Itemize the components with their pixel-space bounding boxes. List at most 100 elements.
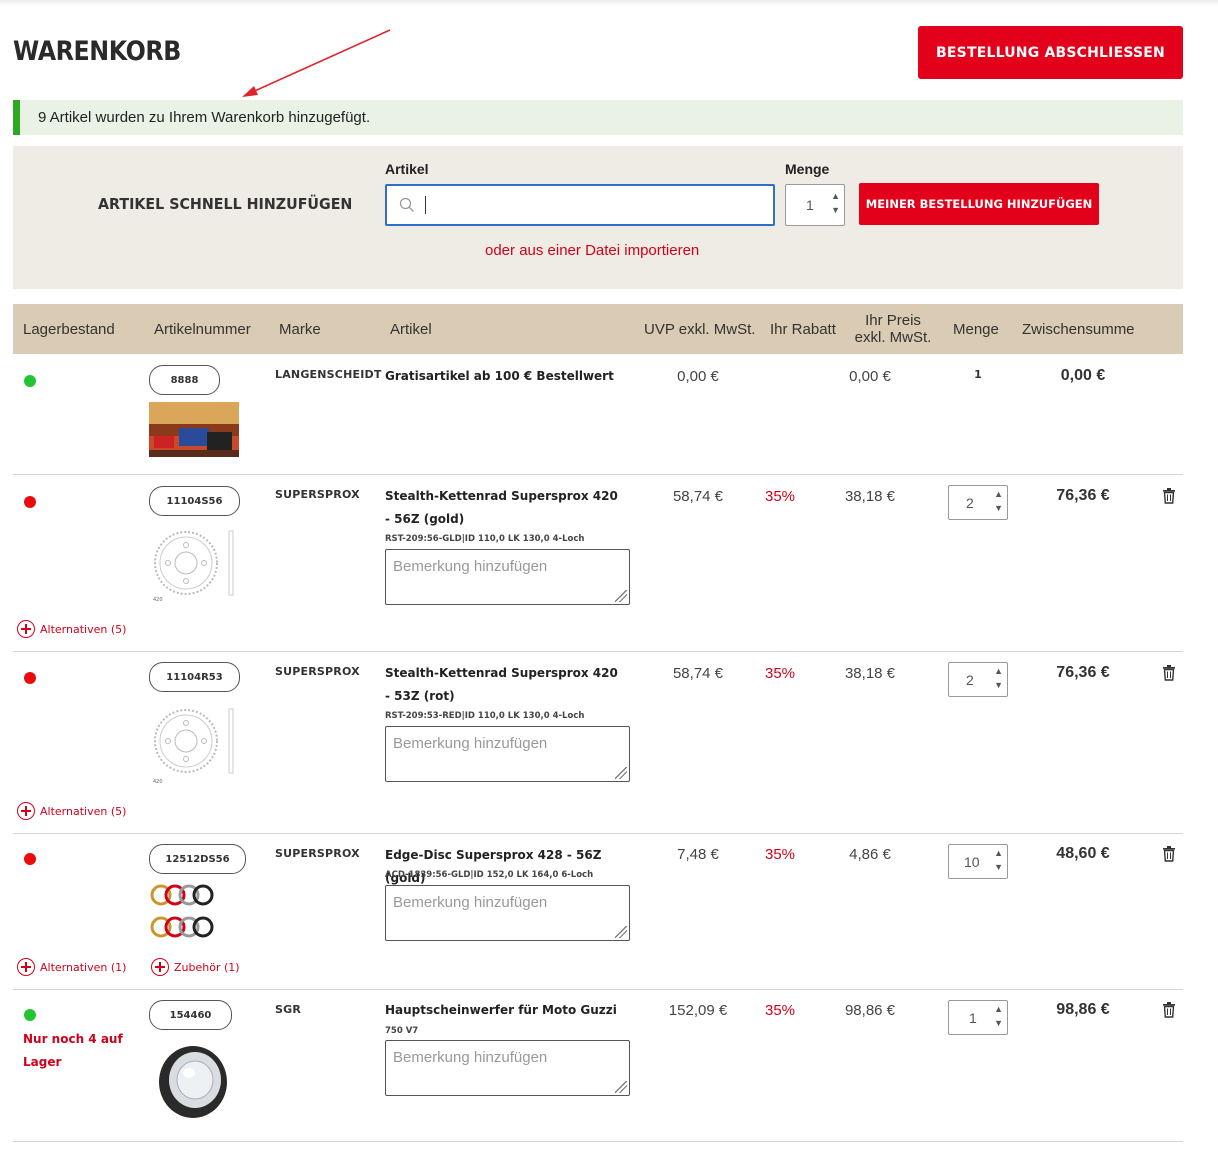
add-to-order-button[interactable]: MEINER BESTELLUNG HINZUFÜGEN <box>859 183 1099 225</box>
trash-icon[interactable] <box>1162 488 1176 504</box>
table-row: 8888 LANGENSCHEIDT Gratisartikel ab 100 … <box>13 355 1183 475</box>
table-row: 11104R53 420 SUPERSPROX Stealth-Kettenra… <box>13 652 1183 834</box>
qty-stepper[interactable]: 2 ▲ ▼ <box>948 662 1008 697</box>
sku-badge[interactable]: 154460 <box>149 1000 232 1030</box>
product-desc: RST-209:53-RED|ID 110,0 LK 130,0 4-Loch <box>385 711 585 721</box>
sku-badge[interactable]: 11104R53 <box>149 662 240 692</box>
qty-stepper[interactable]: 2 ▲ ▼ <box>948 485 1008 520</box>
spinner-arrows-icon[interactable]: ▲ ▼ <box>994 489 1003 513</box>
svg-text:420: 420 <box>153 779 163 785</box>
subtotal: 48,60 € <box>1056 845 1110 862</box>
product-image-headlight[interactable] <box>149 1037 239 1123</box>
table-row: Nur noch 4 auf Lager 154460 SGR Hauptsch… <box>13 990 1183 1142</box>
resize-grip-icon[interactable] <box>615 926 627 938</box>
stock-indicator-red <box>24 496 36 508</box>
spinner-arrows-icon[interactable]: ▲ ▼ <box>994 1004 1003 1028</box>
page-title: WARENKORB <box>13 36 181 67</box>
product-name[interactable]: Edge-Disc Supersprox 428 - 56Z (gold) <box>385 844 625 890</box>
trash-icon[interactable] <box>1162 1002 1176 1018</box>
th-menge: Menge <box>953 320 999 338</box>
low-stock-note: Nur noch 4 auf Lager <box>23 1032 123 1069</box>
trash-icon[interactable] <box>1162 846 1176 862</box>
your-price: 98,86 € <box>844 1002 896 1019</box>
checkout-button[interactable]: BESTELLUNG ABSCHLIESSEN <box>918 26 1183 79</box>
product-image-edge-discs[interactable] <box>149 881 239 947</box>
remark-field[interactable]: Bemerkung hinzufügen <box>385 726 630 782</box>
quick-add-title: ARTIKEL SCHNELL HINZUFÜGEN <box>98 195 353 213</box>
resize-grip-icon[interactable] <box>615 590 627 602</box>
discount: 35% <box>765 488 796 505</box>
notice-text: 9 Artikel wurden zu Ihrem Warenkorb hinz… <box>38 109 371 126</box>
trash-icon[interactable] <box>1162 665 1176 681</box>
qty-stepper[interactable]: 10 ▲ ▼ <box>948 844 1008 879</box>
qty-value: 1 <box>969 1009 977 1026</box>
alternatives-link[interactable]: Alternativen (5) <box>17 620 126 638</box>
product-name[interactable]: Gratisartikel ab 100 € Bestellwert <box>385 365 625 388</box>
accessories-link[interactable]: Zubehör (1) <box>151 958 240 976</box>
resize-grip-icon[interactable] <box>615 1081 627 1093</box>
spinner-arrows-icon[interactable]: ▲ ▼ <box>831 191 840 215</box>
product-image-promo[interactable] <box>149 402 239 457</box>
table-row: 12512DS56 SUPERSPROX Edge-Disc Superspro… <box>13 834 1183 990</box>
table-header: Lagerbestand Artikelnummer Marke Artikel… <box>13 304 1183 354</box>
th-lagerbestand: Lagerbestand <box>23 320 115 338</box>
search-icon <box>399 197 414 212</box>
product-image-sprocket[interactable]: 420 <box>149 699 239 787</box>
quick-qty-stepper[interactable]: 1 ▲ ▼ <box>785 184 845 226</box>
spinner-arrows-icon[interactable]: ▲ ▼ <box>994 848 1003 872</box>
stock-indicator-green <box>24 1009 36 1021</box>
uvp-price: 7,48 € <box>677 846 719 863</box>
your-price: 38,18 € <box>844 488 896 505</box>
alternatives-label: Alternativen (1) <box>40 960 127 974</box>
discount: 35% <box>765 846 796 863</box>
qty-value: 2 <box>966 494 974 511</box>
artikel-search-input[interactable] <box>385 184 775 226</box>
qty-stepper[interactable]: 1 ▲ ▼ <box>948 1000 1008 1035</box>
remark-placeholder: Bemerkung hinzufügen <box>393 1049 548 1066</box>
table-row: 11104S56 420 SUPERSPROX Stealth-Kettenra… <box>13 475 1183 652</box>
remark-placeholder: Bemerkung hinzufügen <box>393 894 548 911</box>
alternatives-link[interactable]: Alternativen (5) <box>17 802 126 820</box>
resize-grip-icon[interactable] <box>615 767 627 779</box>
sku-badge[interactable]: 8888 <box>149 365 220 395</box>
product-desc: ACD-1839:56-GLD|ID 152,0 LK 164,0 6-Loch <box>385 870 594 880</box>
stock-indicator-green <box>24 375 36 387</box>
product-name[interactable]: Stealth-Kettenrad Supersprox 420 - 53Z (… <box>385 662 625 708</box>
remark-placeholder: Bemerkung hinzufügen <box>393 558 548 575</box>
remark-field[interactable]: Bemerkung hinzufügen <box>385 1040 630 1096</box>
discount: 35% <box>765 665 796 682</box>
brand-label: SUPERSPROX <box>275 665 360 678</box>
product-name[interactable]: Stealth-Kettenrad Supersprox 420 - 56Z (… <box>385 485 625 531</box>
uvp-price: 0,00 € <box>677 368 719 385</box>
menge-label: Menge <box>785 161 830 177</box>
circle-plus-icon <box>17 620 35 638</box>
svg-text:420: 420 <box>153 597 163 603</box>
discount: 35% <box>765 1002 796 1019</box>
spinner-arrows-icon[interactable]: ▲ ▼ <box>994 666 1003 690</box>
quick-add-panel: ARTIKEL SCHNELL HINZUFÜGEN Artikel Menge… <box>13 146 1183 289</box>
remark-field[interactable]: Bemerkung hinzufügen <box>385 885 630 941</box>
qty-value: 2 <box>966 671 974 688</box>
brand-label: SUPERSPROX <box>275 847 360 860</box>
sku-badge[interactable]: 12512DS56 <box>149 844 246 874</box>
uvp-price: 58,74 € <box>672 665 724 682</box>
product-desc: 750 V7 <box>385 1026 419 1036</box>
alternatives-link[interactable]: Alternativen (1) <box>17 958 126 976</box>
th-marke: Marke <box>279 320 321 338</box>
subtotal: 76,36 € <box>1056 487 1110 504</box>
import-file-link[interactable]: oder aus einer Datei importieren <box>485 242 699 259</box>
alternatives-label: Alternativen (5) <box>40 622 127 636</box>
uvp-price: 58,74 € <box>672 488 724 505</box>
subtotal: 76,36 € <box>1056 664 1110 681</box>
remark-field[interactable]: Bemerkung hinzufügen <box>385 549 630 605</box>
brand-label: SGR <box>275 1003 302 1016</box>
th-rabatt: Ihr Rabatt <box>770 320 836 338</box>
accessories-label: Zubehör (1) <box>174 960 240 974</box>
sku-badge[interactable]: 11104S56 <box>149 486 240 516</box>
product-desc: RST-209:56-GLD|ID 110,0 LK 130,0 4-Loch <box>385 534 585 544</box>
th-zwischensumme: Zwischensumme <box>1022 320 1135 338</box>
product-name[interactable]: Hauptscheinwerfer für Moto Guzzi <box>385 999 625 1022</box>
artikel-label: Artikel <box>385 161 429 177</box>
subtotal: 0,00 € <box>1060 367 1106 384</box>
product-image-sprocket[interactable]: 420 <box>149 523 239 605</box>
